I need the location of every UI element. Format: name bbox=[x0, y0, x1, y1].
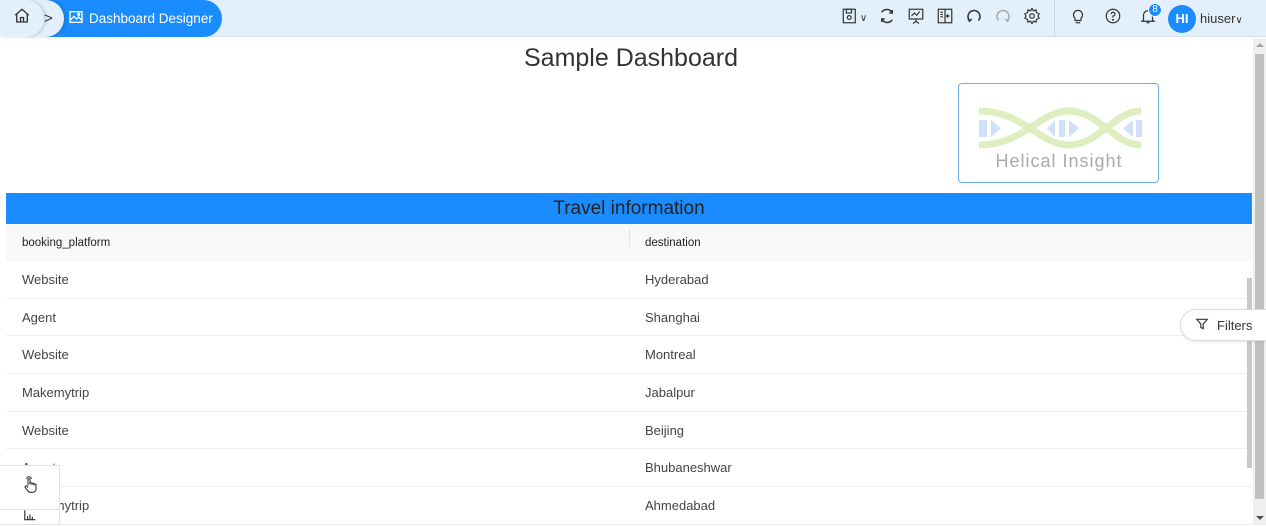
table-row: Website Montreal bbox=[6, 336, 1252, 375]
svg-text:Helical Insight: Helical Insight bbox=[995, 151, 1122, 171]
avatar[interactable]: HI bbox=[1168, 4, 1196, 33]
table-row: Makemytrip Ahmedabad bbox=[6, 487, 1252, 525]
chevron-down-icon: ∨ bbox=[859, 13, 868, 24]
table-row: Makemytrip Jabalpur bbox=[6, 374, 1252, 412]
breadcrumb-home[interactable] bbox=[0, 0, 44, 37]
notification-badge: 8 bbox=[1148, 2, 1162, 17]
help-icon bbox=[1104, 7, 1122, 30]
scroll-down-icon[interactable] bbox=[1256, 516, 1264, 520]
cell-destination: Ahmedabad bbox=[645, 497, 716, 513]
user-menu[interactable]: hiuser∨ bbox=[1200, 11, 1243, 26]
table-scrollbar[interactable] bbox=[1247, 278, 1252, 468]
cell-destination: Beijing bbox=[645, 422, 685, 438]
breadcrumb-label: Dashboard Designer bbox=[89, 11, 213, 26]
undo-icon bbox=[965, 7, 983, 30]
help-button[interactable] bbox=[1098, 5, 1127, 33]
floating-tool-panel bbox=[0, 465, 60, 525]
refresh-icon bbox=[878, 7, 896, 30]
cell-booking-platform: Makemytrip bbox=[22, 384, 90, 400]
toolbar: ∨ 8 HI hiuser∨ bbox=[836, 0, 1243, 37]
cell-booking-platform: Makemytrip bbox=[6, 498, 629, 513]
column-header-destination[interactable]: destination bbox=[629, 228, 1252, 249]
travel-table: booking_platform destination Website Hyd… bbox=[6, 224, 1252, 525]
panel-toggle-icon bbox=[936, 7, 954, 30]
table-row: Agent Bhubaneshwar bbox=[6, 449, 1252, 488]
cell-booking-platform: Agent bbox=[22, 309, 56, 325]
cell-booking-platform: Website bbox=[22, 422, 69, 438]
cell-booking-platform: Agent bbox=[6, 460, 629, 475]
cell-destination: Jabalpur bbox=[645, 384, 695, 400]
cell-destination: Bhubaneshwar bbox=[645, 460, 732, 476]
cell-booking-platform: Website bbox=[22, 347, 69, 363]
image-icon bbox=[68, 9, 84, 28]
toolbar-divider bbox=[1054, 0, 1055, 37]
panel-toggle-button[interactable] bbox=[930, 5, 959, 33]
save-button[interactable]: ∨ bbox=[836, 5, 872, 33]
filter-icon bbox=[1195, 317, 1209, 334]
settings-button[interactable] bbox=[1017, 5, 1046, 33]
tips-button[interactable] bbox=[1063, 5, 1092, 33]
cell-destination: Montreal bbox=[645, 347, 696, 363]
notifications-button[interactable]: 8 bbox=[1133, 2, 1162, 33]
chevron-down-icon: ∨ bbox=[1235, 15, 1243, 26]
lightbulb-icon bbox=[1069, 7, 1087, 30]
chart-tool-button[interactable] bbox=[0, 510, 59, 526]
save-icon bbox=[841, 7, 859, 30]
interaction-tool-button[interactable] bbox=[0, 466, 59, 510]
scroll-up-icon[interactable] bbox=[1256, 43, 1264, 47]
filters-button[interactable]: Filters bbox=[1180, 309, 1266, 341]
presentation-icon bbox=[907, 7, 925, 30]
hand-pointer-icon bbox=[22, 476, 38, 499]
redo-icon bbox=[994, 7, 1012, 30]
cell-destination: Hyderabad bbox=[645, 271, 709, 287]
table-row: Website Hyderabad bbox=[6, 261, 1252, 299]
bar-chart-icon bbox=[23, 510, 37, 526]
dashboard-title: Sample Dashboard bbox=[523, 44, 738, 72]
page-scrollbar[interactable] bbox=[1253, 38, 1266, 525]
top-bar: > Dashboard Designer ∨ 8 HI hiuser∨ bbox=[0, 0, 1266, 37]
report-title: Travel information bbox=[6, 193, 1252, 224]
preview-button[interactable] bbox=[901, 5, 930, 33]
filters-label: Filters bbox=[1217, 317, 1253, 333]
table-row: Website Beijing bbox=[6, 412, 1252, 450]
breadcrumb-dashboard-designer[interactable]: Dashboard Designer bbox=[44, 0, 222, 37]
settings-icon bbox=[1023, 7, 1041, 30]
cell-booking-platform: Website bbox=[22, 271, 69, 287]
column-header-booking-platform[interactable]: booking_platform bbox=[6, 237, 629, 249]
helical-insight-logo: Helical Insight bbox=[958, 83, 1159, 183]
refresh-button[interactable] bbox=[872, 5, 901, 33]
home-icon bbox=[13, 7, 31, 30]
table-row: Agent Shanghai bbox=[6, 299, 1252, 337]
redo-button[interactable] bbox=[988, 5, 1017, 33]
scrollbar-thumb[interactable] bbox=[1255, 54, 1264, 499]
undo-button[interactable] bbox=[959, 5, 988, 33]
cell-destination: Shanghai bbox=[645, 309, 700, 325]
logo-dna-icon: Helical Insight bbox=[978, 107, 1142, 171]
table-header: booking_platform destination bbox=[6, 224, 1252, 261]
